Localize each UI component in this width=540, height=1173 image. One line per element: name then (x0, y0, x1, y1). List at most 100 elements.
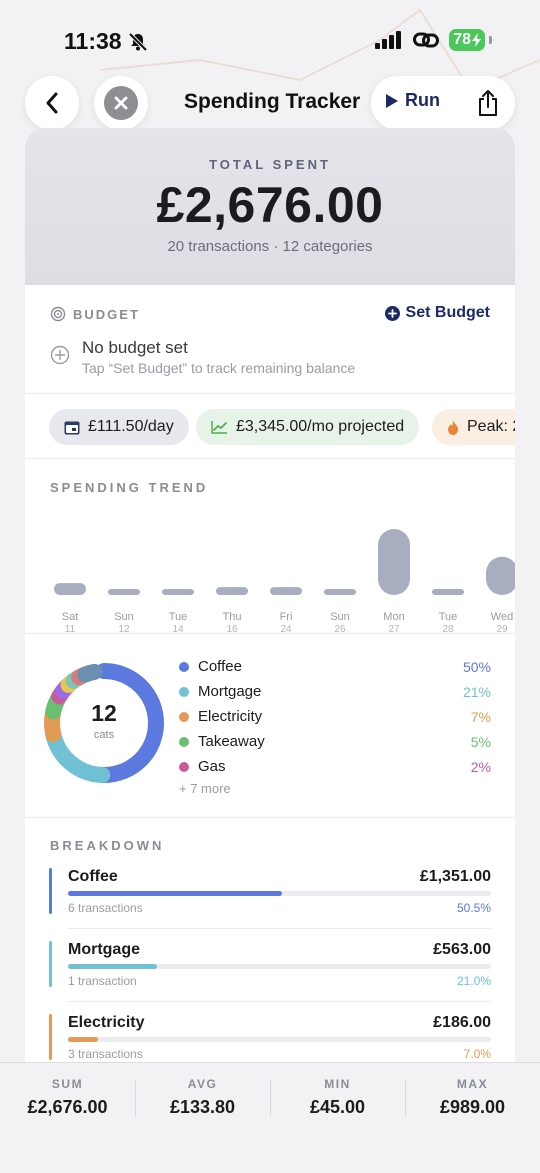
stat-label: MAX (456, 1077, 489, 1091)
target-icon (50, 306, 66, 322)
battery-tip (489, 36, 492, 44)
legend-more[interactable]: + 7 more (179, 781, 491, 796)
budget-header: BUDGET (50, 306, 140, 322)
legend-name: Gas (198, 758, 226, 775)
legend-dot (179, 736, 189, 747)
breakdown-divider (68, 1001, 491, 1002)
trend-bar (54, 583, 86, 595)
breakdown-count: 3 transactions (68, 1047, 143, 1061)
trend-bar (270, 587, 302, 595)
legend-name: Electricity (198, 708, 263, 725)
page-title: Spending Tracker (184, 90, 361, 113)
breakdown-name: Mortgage (68, 941, 140, 958)
run-label: Run (405, 90, 440, 110)
link-icon (413, 32, 440, 48)
trend-day-label: Tue (439, 611, 458, 623)
trend-date-label: 11 (65, 624, 76, 634)
trend-day-label: Fri (280, 611, 293, 623)
breakdown-item[interactable]: Electricity £186.00 3 transactions 7.0% (49, 1014, 491, 1068)
spending-card: TOTAL SPENT £2,676.00 20 transactions · … (25, 128, 515, 1068)
breakdown-amount: £563.00 (433, 941, 491, 958)
breakdown-amount: £1,351.00 (419, 868, 491, 885)
category-legend: Coffee 50% Mortgage 21% Electricity 7% Takeawa… (179, 654, 491, 796)
legend-item[interactable]: Coffee 50% (179, 654, 491, 679)
flame-icon (448, 419, 458, 435)
legend-dot (179, 711, 189, 722)
trend-chart: Sat11Sun12Tue14Thu16Fri24Sun26Mon27Tue28… (54, 529, 515, 634)
legend-dot (179, 761, 189, 772)
bell-slash-icon (128, 32, 147, 51)
legend-item[interactable]: Takeaway 5% (179, 729, 491, 754)
stat-label: SUM (51, 1077, 84, 1091)
legend-item[interactable]: Mortgage 21% (179, 679, 491, 704)
budget-empty-hint: Tap “Set Budget” to track remaining bala… (82, 360, 356, 376)
charging-bolt-icon (472, 33, 481, 47)
trend-date-label: 14 (172, 624, 184, 634)
stat-divider (135, 1080, 136, 1116)
status-time: 11:38 (64, 28, 148, 55)
signal-icon (375, 31, 402, 49)
breakdown-divider (68, 928, 491, 929)
trend-date-label: 16 (226, 624, 238, 634)
breakdown-accent (49, 868, 52, 914)
calendar-icon (64, 421, 80, 434)
breakdown-name: Electricity (68, 1014, 145, 1031)
summary-stat: MAX £989.00 (405, 1077, 540, 1118)
summary-footer: SUM £2,676.00 AVG £133.80 MIN £45.00 MAX £989.0… (0, 1062, 540, 1173)
legend-percent: 21% (462, 683, 491, 700)
legend-percent: 5% (470, 733, 491, 750)
donut-center: 12 cats (39, 700, 169, 741)
close-icon (114, 96, 128, 110)
insight-chips: £111.50/day £3,345.00/mo projected Peak:… (25, 394, 515, 459)
chevron-left-icon (46, 92, 58, 114)
trend-bar (216, 587, 248, 595)
trend-bar (324, 589, 356, 595)
trend-day-label: Sun (114, 611, 134, 623)
trend-date-label: 29 (496, 624, 508, 634)
trend-date-label: 26 (334, 624, 346, 634)
legend-name: Mortgage (198, 683, 262, 700)
breakdown-accent (49, 1014, 52, 1060)
breakdown-bar-track (68, 964, 491, 969)
legend-percent: 50% (462, 658, 491, 675)
breakdown-item[interactable]: Mortgage £563.00 1 transaction 21.0% (49, 941, 491, 1003)
close-button[interactable] (94, 76, 148, 130)
peak-chip[interactable]: Peak: 2 (432, 409, 515, 445)
breakdown-percent: 7.0% (463, 1047, 491, 1061)
breakdown-item[interactable]: Coffee £1,351.00 6 transactions 50.5% (49, 868, 491, 930)
stat-value: £989.00 (439, 1097, 506, 1117)
run-button[interactable]: Run (385, 90, 440, 111)
legend-item[interactable]: Gas 2% (179, 754, 491, 779)
trend-bar (162, 589, 194, 595)
trend-date-label: 27 (388, 624, 400, 634)
legend-item[interactable]: Electricity 7% (179, 704, 491, 729)
budget-label: BUDGET (73, 306, 140, 322)
daily-average-chip[interactable]: £111.50/day (49, 409, 189, 445)
trend-date-label: 24 (280, 624, 292, 634)
breakdown-accent (49, 941, 52, 987)
breakdown-bar-fill (68, 891, 282, 896)
battery-level: 78 (453, 31, 471, 48)
back-button[interactable] (25, 76, 79, 130)
clock-text: 11:38 (64, 28, 122, 54)
set-budget-button[interactable]: Set Budget (384, 304, 490, 322)
action-pill: Run (371, 76, 515, 130)
projection-chip[interactable]: £3,345.00/mo projected (196, 409, 420, 445)
stat-value: £2,676.00 (27, 1097, 108, 1117)
total-subtitle: 20 transactions · 12 categories (167, 238, 373, 255)
breakdown-section: BREAKDOWN Coffee £1,351.00 6 transactions 5… (25, 818, 515, 1068)
stat-value: £133.80 (169, 1097, 236, 1117)
summary-stat: AVG £133.80 (135, 1077, 270, 1118)
share-button[interactable] (477, 89, 499, 122)
trend-day-label: Sun (330, 611, 350, 623)
legend-percent: 2% (470, 758, 491, 775)
projection-text: £3,345.00/mo projected (236, 418, 405, 435)
breakdown-count: 1 transaction (68, 974, 137, 988)
trend-day-label: Thu (223, 611, 242, 623)
share-icon (479, 90, 497, 116)
budget-empty-title: No budget set (82, 338, 188, 357)
stat-value: £45.00 (309, 1097, 366, 1117)
summary-stat: SUM £2,676.00 (0, 1077, 135, 1118)
close-icon-bg (104, 86, 138, 120)
stat-label: MIN (324, 1077, 351, 1091)
